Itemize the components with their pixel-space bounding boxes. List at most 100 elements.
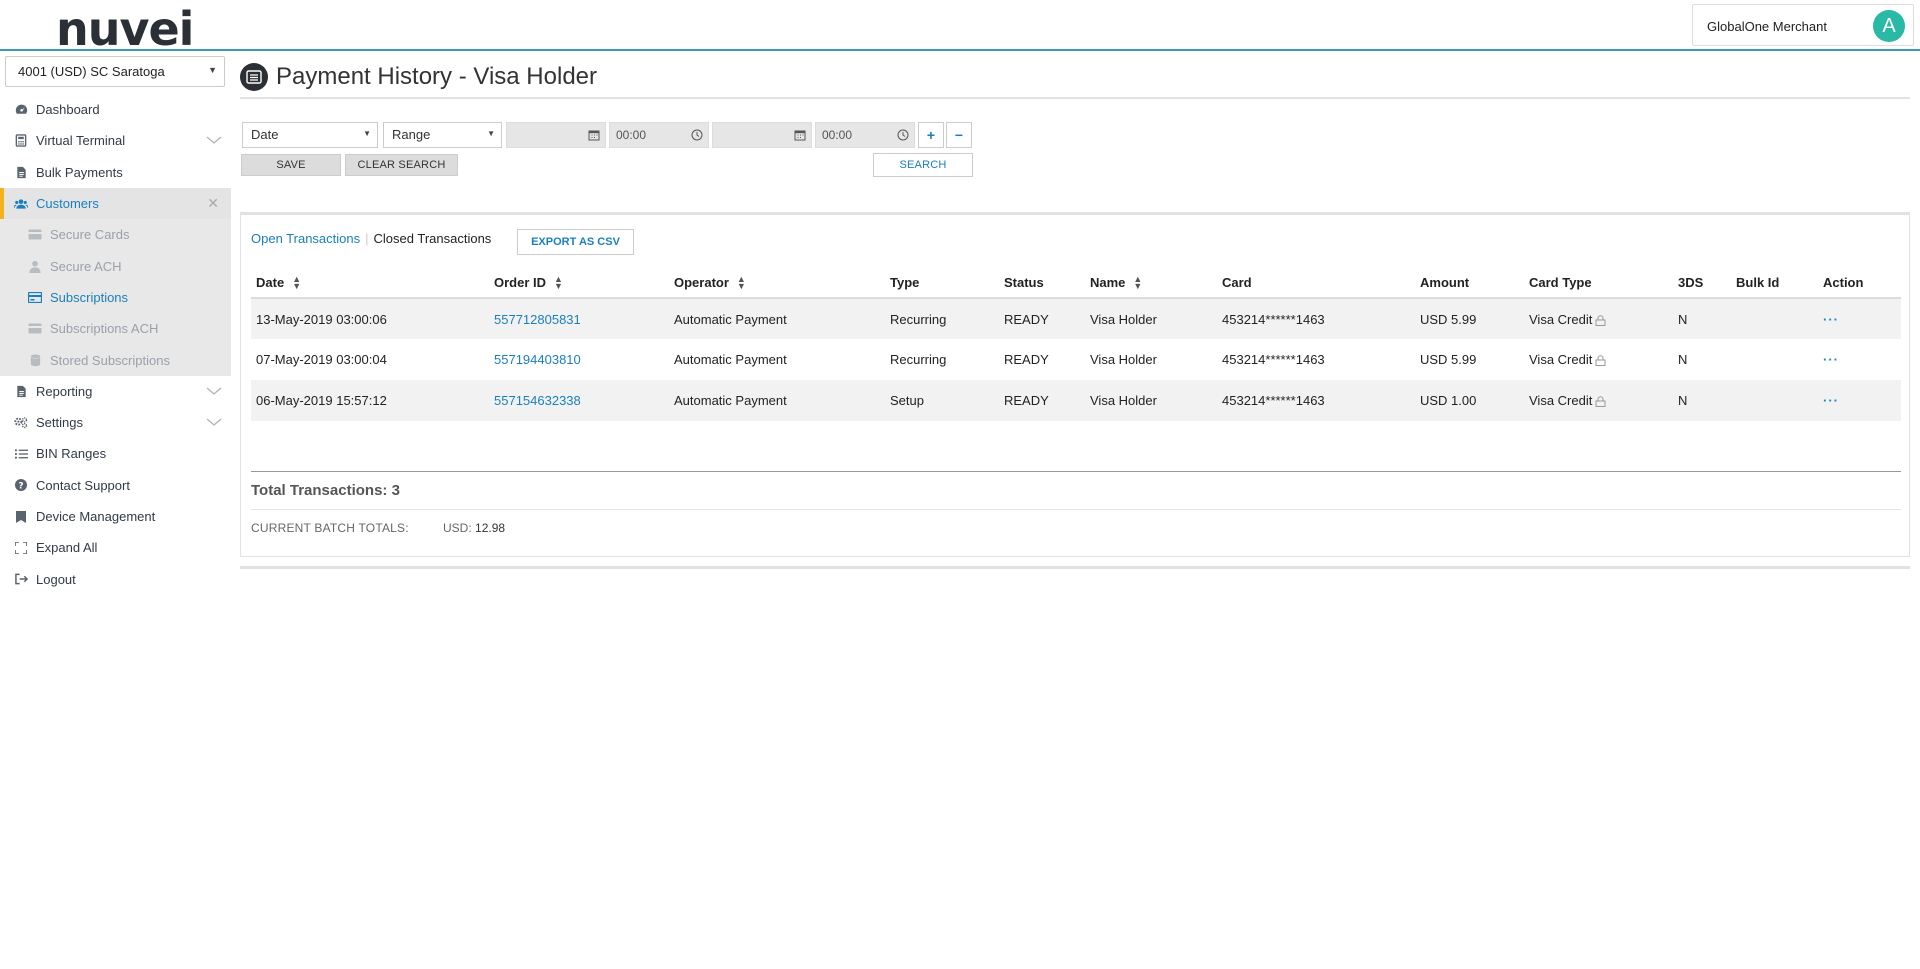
lock-icon bbox=[1595, 314, 1606, 326]
sidebar-item-settings[interactable]: Settings bbox=[0, 407, 231, 438]
sidebar-item-secure-ach[interactable]: Secure ACH bbox=[0, 250, 231, 281]
transactions-panel: Open Transactions | Closed Transactions … bbox=[240, 212, 1910, 557]
sidebar-item-bulk-payments[interactable]: Bulk Payments bbox=[0, 157, 231, 188]
order-id-link[interactable]: 557194403810 bbox=[494, 352, 581, 367]
page-title: Payment History - Visa Holder bbox=[276, 63, 597, 90]
cell-3ds: N bbox=[1673, 380, 1731, 421]
to-time-input[interactable]: 00:00 bbox=[815, 122, 915, 148]
cell-3ds: N bbox=[1673, 339, 1731, 380]
cell-order-id[interactable]: 557712805831 bbox=[489, 298, 669, 339]
from-time-input[interactable]: 00:00 bbox=[609, 122, 709, 148]
close-icon[interactable]: ✕ bbox=[207, 195, 219, 212]
sidebar-item-customers[interactable]: Customers ✕ bbox=[0, 187, 231, 220]
more-icon[interactable]: ··· bbox=[1823, 312, 1839, 327]
sidebar-item-virtual-terminal[interactable]: Virtual Terminal bbox=[0, 125, 231, 156]
cell-card-type: Visa Credit bbox=[1524, 298, 1673, 339]
calendar-icon bbox=[794, 130, 806, 141]
file-icon bbox=[14, 165, 28, 179]
sidebar-item-device-management[interactable]: Device Management bbox=[0, 501, 231, 532]
dashboard-icon bbox=[14, 103, 28, 117]
transactions-table: Date ▲ ▼ Order ID ▲ ▼ Operator ▲ ▼ Type Status… bbox=[251, 268, 1901, 421]
sidebar-item-reporting[interactable]: Reporting bbox=[0, 376, 231, 407]
cell-action[interactable]: ··· bbox=[1818, 298, 1901, 339]
sidebar-item-stored-subscriptions[interactable]: Stored Subscriptions bbox=[0, 344, 231, 375]
title-divider bbox=[240, 97, 1910, 99]
bank-user-icon bbox=[28, 259, 42, 273]
sidebar-item-secure-cards[interactable]: Secure Cards bbox=[0, 219, 231, 250]
sidebar-item-label: Subscriptions ACH bbox=[50, 321, 159, 337]
cell-order-id[interactable]: 557194403810 bbox=[489, 339, 669, 380]
cell-action[interactable]: ··· bbox=[1818, 380, 1901, 421]
column-header-action: Action bbox=[1818, 268, 1901, 299]
tab-open-transactions[interactable]: Open Transactions bbox=[251, 231, 360, 246]
save-button[interactable]: SAVE bbox=[241, 154, 341, 176]
sidebar-item-label: Secure Cards bbox=[50, 227, 130, 243]
from-time-value: 00:00 bbox=[616, 128, 647, 142]
clear-search-button[interactable]: CLEAR SEARCH bbox=[345, 154, 458, 176]
chevron-down-icon[interactable] bbox=[205, 382, 223, 400]
column-header-type: Type bbox=[885, 268, 999, 299]
chevron-down-icon: ▼ bbox=[208, 65, 217, 75]
sort-icon[interactable]: ▲ ▼ bbox=[1133, 275, 1142, 291]
column-header-operator[interactable]: Operator ▲ ▼ bbox=[669, 268, 885, 299]
order-id-link[interactable]: 557154632338 bbox=[494, 393, 581, 408]
avatar[interactable]: A bbox=[1873, 10, 1905, 42]
cell-status: READY bbox=[999, 339, 1085, 380]
chevron-down-icon[interactable] bbox=[205, 131, 223, 149]
summary-divider bbox=[251, 471, 1901, 472]
cell-operator: Automatic Payment bbox=[669, 298, 885, 339]
cell-date: 13-May-2019 03:00:06 bbox=[251, 298, 489, 339]
merchant-menu[interactable]: GlobalOne Merchant A bbox=[1692, 4, 1914, 46]
cell-action[interactable]: ··· bbox=[1818, 339, 1901, 380]
column-header-date[interactable]: Date ▲ ▼ bbox=[251, 268, 489, 299]
sidebar-item-expand-all[interactable]: Expand All bbox=[0, 532, 231, 563]
nuvei-logo[interactable]: nuvei bbox=[56, 2, 194, 56]
sort-icon[interactable]: ▲ ▼ bbox=[737, 275, 746, 291]
credit-card-icon bbox=[28, 228, 42, 242]
cell-3ds: N bbox=[1673, 298, 1731, 339]
sidebar-item-label: Bulk Payments bbox=[36, 164, 123, 180]
order-id-link[interactable]: 557712805831 bbox=[494, 312, 581, 327]
cell-amount: USD 5.99 bbox=[1415, 339, 1524, 380]
field-select[interactable]: Date ▼ bbox=[242, 122, 378, 148]
sidebar-item-bin-ranges[interactable]: BIN Ranges bbox=[0, 438, 231, 469]
sidebar-nav: Dashboard Virtual Terminal Bulk Payments… bbox=[0, 94, 231, 595]
mode-select[interactable]: Range ▼ bbox=[383, 122, 502, 148]
sort-icon[interactable]: ▲ ▼ bbox=[292, 275, 301, 291]
search-button[interactable]: SEARCH bbox=[873, 153, 973, 177]
transaction-tabs: Open Transactions | Closed Transactions bbox=[251, 231, 491, 246]
cell-name: Visa Holder bbox=[1085, 339, 1217, 380]
column-header-name[interactable]: Name ▲ ▼ bbox=[1085, 268, 1217, 299]
from-date-input[interactable] bbox=[506, 122, 606, 148]
export-csv-button[interactable]: EXPORT AS CSV bbox=[517, 229, 634, 255]
cell-name: Visa Holder bbox=[1085, 380, 1217, 421]
column-header-status: Status bbox=[999, 268, 1085, 299]
cell-amount: USD 1.00 bbox=[1415, 380, 1524, 421]
sidebar-item-subscriptions-ach[interactable]: Subscriptions ACH bbox=[0, 313, 231, 344]
sidebar-item-subscriptions[interactable]: Subscriptions bbox=[0, 282, 231, 313]
chevron-down-icon[interactable] bbox=[205, 413, 223, 431]
sidebar-item-contact-support[interactable]: ? Contact Support bbox=[0, 470, 231, 501]
column-header-order-id[interactable]: Order ID ▲ ▼ bbox=[489, 268, 669, 299]
cell-order-id[interactable]: 557154632338 bbox=[489, 380, 669, 421]
database-icon bbox=[28, 353, 42, 367]
sidebar-item-logout[interactable]: Logout bbox=[0, 563, 231, 594]
cell-card: 453214******1463 bbox=[1217, 380, 1415, 421]
logout-icon bbox=[14, 572, 28, 586]
field-select-value: Date bbox=[251, 127, 279, 142]
sort-icon[interactable]: ▲ ▼ bbox=[554, 275, 563, 291]
account-select[interactable]: 4001 (USD) SC Saratoga ▼ bbox=[5, 56, 225, 87]
tab-closed-transactions[interactable]: Closed Transactions bbox=[374, 231, 492, 246]
more-icon[interactable]: ··· bbox=[1823, 393, 1839, 408]
add-filter-button[interactable]: + bbox=[918, 122, 944, 148]
cell-operator: Automatic Payment bbox=[669, 339, 885, 380]
sidebar-item-label: Dashboard bbox=[36, 102, 100, 118]
sidebar-item-dashboard[interactable]: Dashboard bbox=[0, 94, 231, 125]
more-icon[interactable]: ··· bbox=[1823, 352, 1839, 367]
to-date-input[interactable] bbox=[712, 122, 812, 148]
total-transactions: Total Transactions: 3 bbox=[251, 482, 400, 499]
cell-type: Setup bbox=[885, 380, 999, 421]
remove-filter-button[interactable]: − bbox=[946, 122, 972, 148]
cell-bulk-id bbox=[1731, 298, 1818, 339]
summary-divider bbox=[251, 509, 1901, 510]
